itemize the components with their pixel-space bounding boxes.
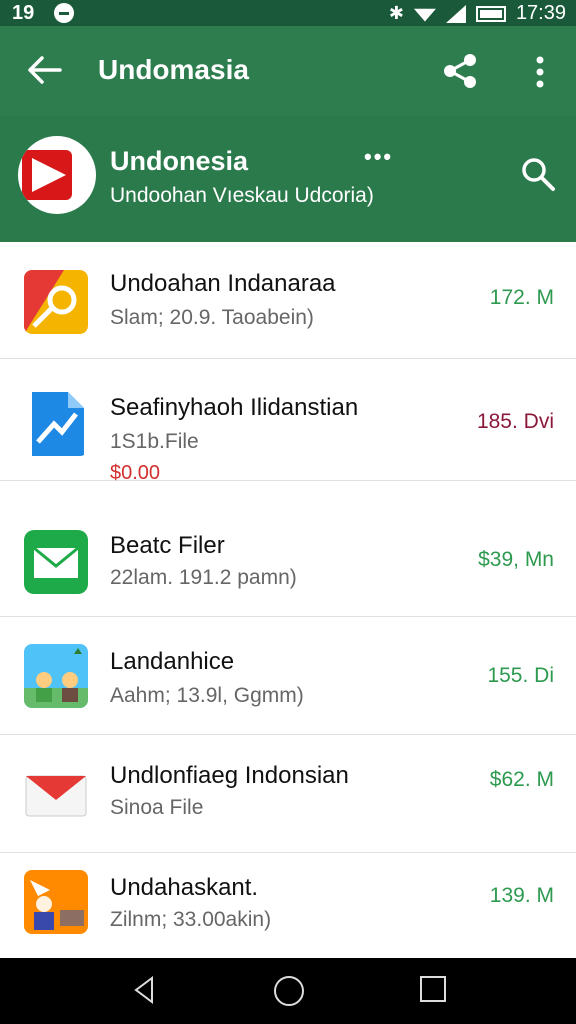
list-item[interactable]: Undlonfiaeg Indonsian Sinoa File $62. M [0,736,576,853]
back-arrow-icon[interactable] [24,50,64,90]
app-title: Undomasia [98,54,249,85]
item-meta: Slam; 20.9. Taoabein) [110,306,314,329]
item-meta: 1S1b.File [110,430,199,453]
battery-icon [475,5,506,22]
envelope-icon [25,775,87,817]
item-meta: 22lam. 191.2 pamn) [110,566,297,589]
channel-logo-icon [18,136,96,214]
item-name: Seafinyhaoh Ilidanstian [110,394,359,421]
signal-icon [445,4,466,23]
channel-title: Undonesia [110,146,249,176]
list-item[interactable]: Landanhice Aahm; 13.9l, Ggmm) 155. Di [0,618,576,735]
item-name: Landanhice [110,648,235,675]
nav-back-icon[interactable] [132,976,156,1004]
more-dots-icon[interactable]: ••• [364,144,393,170]
list-item[interactable]: Beatc Filer 22lam. 191.2 pamn) $39, Mn [0,500,576,617]
message-icon [54,3,74,23]
app-bar: Undomasia [0,26,576,116]
status-left-time: 19 [12,2,35,24]
item-name: Undoahan Indanaraa [110,270,336,297]
overflow-menu-icon[interactable] [528,54,552,90]
chart-file-icon [32,392,84,456]
item-size: $39, Mn [478,548,554,571]
status-right: ✱ 17:39 [389,2,566,25]
channel-subtitle: Undoohan Vıeskau Udcoria) [110,184,374,207]
item-name: Undlonfiaeg Indonsian [110,762,349,789]
item-name: Beatc Filer [110,532,225,559]
list-item[interactable]: Seafinyhaoh Ilidanstian 1S1b.File $0.00 … [0,364,576,484]
share-icon[interactable] [442,52,480,90]
item-meta: Zilnm; 33.00akin) [110,908,272,931]
item-size: 155. Di [487,664,554,687]
item-size: $62. M [489,768,554,791]
list-item[interactable]: Undoahan Indanaraa Slam; 20.9. Taoabein)… [0,242,576,359]
item-meta: Aahm; 13.9l, Ggmm) [110,684,304,707]
story-icon [24,870,88,934]
status-bar: 19 ✱ 17:39 [0,0,576,26]
channel-header: Undonesia Undoohan Vıeskau Udcoria) ••• [0,116,576,242]
item-meta: Sinoa File [110,796,204,819]
item-name: Undahaskant. [110,874,259,901]
search-icon[interactable] [520,156,556,192]
photo-editor-icon [24,270,88,334]
nav-recents-icon[interactable] [420,976,446,1002]
system-nav-bar [0,958,576,1024]
nav-home-icon[interactable] [274,976,304,1006]
illustration-icon [24,644,88,708]
wifi-icon [413,8,436,22]
item-size: 172. M [489,286,554,309]
status-right-time: 17:39 [515,2,566,24]
bluetooth-icon: ✱ [388,3,404,23]
list-item[interactable]: Undahaskant. Zilnm; 33.00akin) 139. M [0,854,576,970]
mail-icon [24,530,88,594]
item-size: 185. Dvi [476,410,554,433]
item-size: 139. M [489,884,554,907]
item-price: $0.00 [110,462,161,484]
